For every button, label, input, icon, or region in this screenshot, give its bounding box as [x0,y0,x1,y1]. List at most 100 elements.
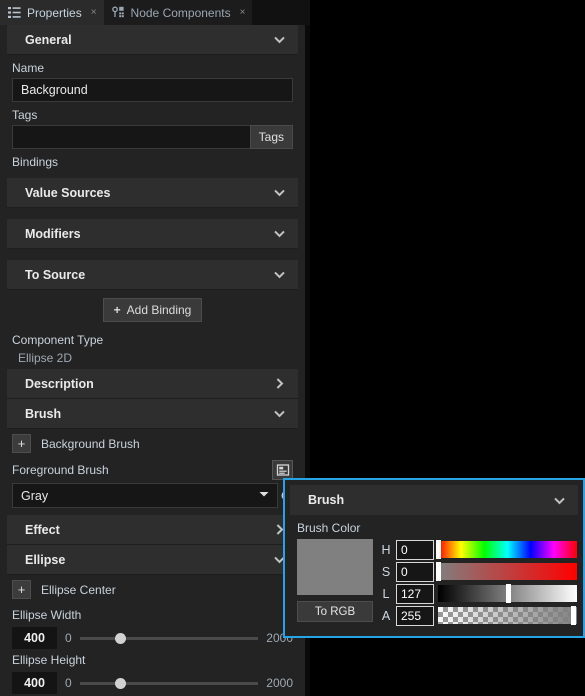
tab-close-icon[interactable]: × [240,7,246,18]
channel-a: A 255 [379,605,434,626]
chevron-down-icon[interactable] [553,494,566,507]
channel-label: L [382,586,390,601]
channel-label: S [381,564,391,579]
tab-bar-empty [252,0,310,25]
node-graph-icon [111,6,125,19]
tags-input[interactable] [12,125,250,149]
chevron-down-icon[interactable] [273,227,286,240]
brush-color-label: Brush Color [297,521,361,535]
hue-slider[interactable] [436,539,577,560]
slider-handle[interactable] [505,584,511,603]
slider-handle[interactable] [115,632,127,644]
saturation-gradient [438,563,577,580]
section-brush[interactable]: Brush [7,399,298,429]
slider-track [79,636,259,640]
ellipse-height-slider[interactable] [79,674,259,692]
hue-gradient [438,541,577,558]
ellipse-height-min: 0 [65,676,72,690]
slider-handle[interactable] [436,540,441,559]
section-title: Brush [25,406,62,421]
to-rgb-button[interactable]: To RGB [297,601,373,622]
color-editor: To RGB H 0 S 0 L 127 A 255 [285,539,583,627]
section-title: To Source [25,267,86,282]
ellipse-height-label: Ellipse Height [12,653,86,667]
brush-color-popup: Brush Brush Color To RGB H 0 S 0 L 127 A… [283,478,585,638]
plus-icon: + [113,303,121,317]
bindings-label: Bindings [12,155,59,169]
chevron-down-icon[interactable] [273,268,286,281]
section-title: Description [25,376,94,391]
ellipse-center-label: Ellipse Center [41,582,116,597]
section-value-sources[interactable]: Value Sources [7,178,298,208]
component-type-value: Ellipse 2D [18,351,73,365]
chevron-down-icon [258,488,270,503]
chevron-down-icon[interactable] [273,33,286,46]
tags-label: Tags [12,108,38,122]
tab-close-icon[interactable]: × [91,7,97,18]
section-to-source[interactable]: To Source [7,260,298,290]
ellipse-width-slider[interactable] [79,629,259,647]
tab-label: Node Components [130,5,231,20]
tab-label: Properties [27,5,82,20]
expand-plus-icon[interactable]: + [12,580,31,599]
ellipse-width-min: 0 [65,631,72,645]
add-binding-button[interactable]: + Add Binding [102,298,203,322]
background-brush-row: + Background Brush [0,429,305,458]
expand-plus-icon[interactable]: + [12,434,31,453]
alpha-gradient [438,607,577,624]
background-brush-label: Background Brush [41,436,140,451]
chevron-right-icon[interactable] [273,377,286,390]
channel-label: A [381,608,391,623]
hue-input[interactable]: 0 [396,539,434,560]
ellipse-center-row: + Ellipse Center [0,575,305,604]
ellipse-width-row: 400 0 2000 [0,625,305,649]
ellipse-height-row: 400 0 2000 [0,670,305,694]
lightness-input[interactable]: 127 [396,583,434,604]
form-panel-icon[interactable] [272,460,293,480]
slider-handle[interactable] [115,677,127,689]
alpha-input[interactable]: 255 [396,605,434,626]
color-swatch[interactable] [297,539,373,595]
tab-node-components[interactable]: Node Components × [103,0,253,25]
ellipse-width-input[interactable]: 400 [12,627,57,649]
tab-properties[interactable]: Properties × [0,0,104,25]
section-effect[interactable]: Effect [7,515,298,545]
chevron-down-icon[interactable] [273,407,286,420]
chevron-down-icon[interactable] [273,186,286,199]
saturation-input[interactable]: 0 [396,561,434,582]
channel-s: S 0 [379,561,434,582]
foreground-brush-value: Gray [21,488,49,503]
ellipse-height-input[interactable]: 400 [12,672,57,694]
properties-panel: General Name Background Tags Tags Bindin… [0,25,305,696]
add-binding-label: Add Binding [126,303,192,317]
alpha-slider[interactable] [438,605,577,626]
section-general[interactable]: General [7,25,298,55]
popup-section-brush[interactable]: Brush [290,485,578,515]
slider-handle[interactable] [570,606,576,625]
lightness-slider[interactable] [438,583,577,604]
slider-track [79,681,259,685]
section-title: Modifiers [25,226,81,241]
popup-title: Brush [308,493,345,507]
section-title: Value Sources [25,185,111,200]
tab-bar: Properties × Node Components × [0,0,310,25]
section-modifiers[interactable]: Modifiers [7,219,298,249]
channel-l: L 127 [379,583,434,604]
foreground-brush-row: Gray [12,483,293,508]
slider-handle[interactable] [436,562,441,581]
section-ellipse[interactable]: Ellipse [7,545,298,575]
tags-button[interactable]: Tags [249,125,293,149]
section-title: Effect [25,522,60,537]
foreground-brush-select[interactable]: Gray [12,483,278,508]
foreground-brush-label: Foreground Brush [12,463,109,477]
gradient-sliders [436,539,577,627]
saturation-slider[interactable] [436,561,577,582]
name-input[interactable]: Background [12,78,293,102]
section-title: General [25,32,72,47]
component-type-label: Component Type [12,333,104,347]
name-label: Name [12,61,45,75]
section-description[interactable]: Description [7,369,298,399]
app-root: Properties × Node Components × General N… [0,0,585,696]
channel-h: H 0 [379,539,434,560]
tags-row: Tags [12,125,293,149]
